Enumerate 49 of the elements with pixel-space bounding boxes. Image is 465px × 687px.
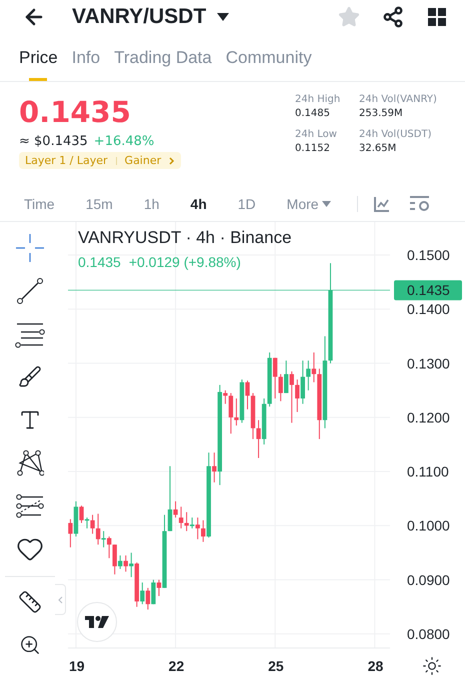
- chart-change: +0.0129 (+9.88%): [128, 254, 241, 270]
- price-axis-label: 0.1000: [407, 518, 450, 534]
- stat-value: 32.65M: [359, 143, 398, 154]
- tab[interactable]: Info: [72, 34, 100, 81]
- time-axis-label: 19: [68, 658, 85, 674]
- crosshair-icon[interactable]: [14, 234, 46, 262]
- tag-label: Gainer: [124, 154, 162, 167]
- time-axis-label: 22: [168, 658, 184, 674]
- stat-label: 24h Low: [295, 129, 338, 140]
- tag-label: Layer 1 / Layer: [25, 154, 108, 167]
- interval-option[interactable]: 1D: [238, 196, 256, 212]
- stat-value: 0.1485: [295, 108, 331, 119]
- fibonacci-icon[interactable]: [14, 492, 46, 520]
- stat-label: 24h High: [295, 94, 342, 105]
- interval-option[interactable]: Time: [24, 196, 55, 212]
- last-price: 0.1435: [19, 94, 132, 130]
- interval-option[interactable]: 15m: [86, 196, 113, 212]
- chevron-icon: [169, 156, 176, 164]
- time-axis-label: 28: [368, 658, 384, 674]
- price-axis-label: 0.1200: [407, 409, 450, 426]
- collapse-handle[interactable]: [55, 584, 66, 615]
- stat-value: 253.59M: [359, 108, 404, 119]
- price-axis-label: 0.1500: [407, 247, 450, 264]
- fiat-price: ≈ $0.1435: [19, 134, 88, 149]
- stat-label: 24h Vol(VANRY): [359, 94, 438, 105]
- tab[interactable]: Price: [19, 34, 58, 81]
- time-axis-label: 25: [268, 658, 284, 674]
- price-axis-label: 0.1100: [407, 464, 449, 480]
- chart-title: VANRYUSDT · 4h · Binance: [78, 228, 292, 248]
- tab[interactable]: Community: [226, 34, 312, 81]
- interval-option[interactable]: 1h: [144, 196, 160, 212]
- chart-quote: 0.1435: [78, 254, 121, 270]
- price-axis-label: 0.1400: [407, 301, 450, 318]
- pattern-icon[interactable]: [14, 449, 46, 477]
- ref-line-label: 0.1435: [407, 282, 450, 298]
- caret-icon: [322, 200, 331, 206]
- pair-title: VANRY/USDT: [72, 5, 206, 29]
- trend-line-icon[interactable]: [14, 277, 46, 305]
- last-price-badge: 0.1435: [394, 280, 462, 300]
- tag-bar[interactable]: Layer 1 / Layer Gainer: [19, 152, 182, 169]
- stat-value: 0.1152: [295, 143, 331, 154]
- more-menu[interactable]: More: [286, 196, 331, 212]
- price-change: +16.48%: [94, 134, 154, 149]
- price-axis-label: 0.0900: [407, 572, 450, 588]
- tab[interactable]: Trading Data: [114, 34, 212, 81]
- interval-option[interactable]: 4h: [190, 196, 207, 212]
- price-axis-label: 0.1300: [407, 355, 450, 372]
- stat-label: 24h Vol(USDT): [359, 129, 432, 140]
- price-axis-label: 0.0800: [407, 626, 450, 642]
